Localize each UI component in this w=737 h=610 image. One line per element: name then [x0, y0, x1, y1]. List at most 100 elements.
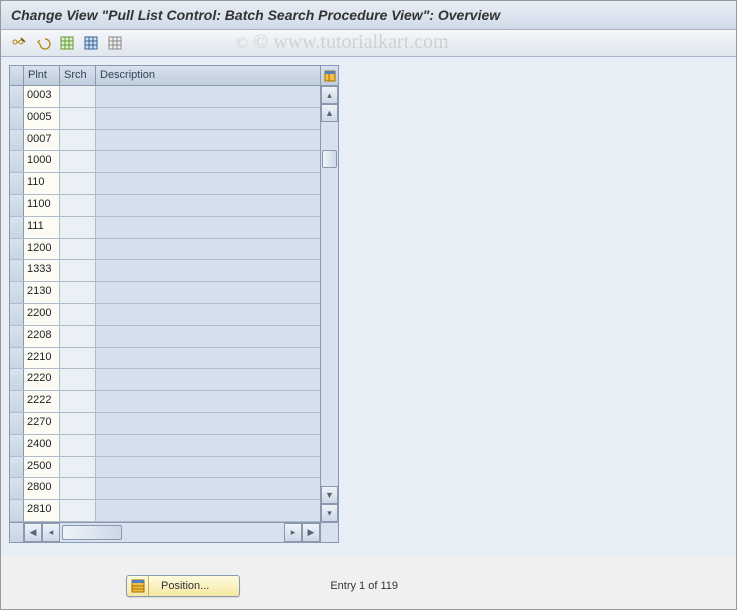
- table-row[interactable]: 2500: [10, 457, 320, 479]
- table-row[interactable]: 2270: [10, 413, 320, 435]
- column-header-plnt[interactable]: Plnt: [24, 66, 60, 85]
- cell-srch[interactable]: [60, 86, 96, 107]
- row-selector[interactable]: [10, 151, 24, 172]
- row-selector[interactable]: [10, 413, 24, 434]
- cell-plnt[interactable]: 111: [24, 217, 60, 238]
- cell-description[interactable]: [96, 217, 320, 238]
- row-selector[interactable]: [10, 239, 24, 260]
- cell-srch[interactable]: [60, 326, 96, 347]
- cell-description[interactable]: [96, 239, 320, 260]
- horizontal-scrollbar[interactable]: ◀ ◂ ▸ ▶: [24, 523, 320, 542]
- row-selector[interactable]: [10, 478, 24, 499]
- scroll-page-right-button[interactable]: ▸: [284, 523, 302, 542]
- cell-srch[interactable]: [60, 130, 96, 151]
- cell-plnt[interactable]: 0007: [24, 130, 60, 151]
- cell-description[interactable]: [96, 130, 320, 151]
- row-selector[interactable]: [10, 86, 24, 107]
- select-all-button[interactable]: [57, 34, 77, 52]
- table-row[interactable]: 2220: [10, 369, 320, 391]
- cell-description[interactable]: [96, 391, 320, 412]
- table-row[interactable]: 2222: [10, 391, 320, 413]
- cell-srch[interactable]: [60, 500, 96, 521]
- cell-srch[interactable]: [60, 195, 96, 216]
- scroll-thumb-horizontal[interactable]: [62, 525, 122, 540]
- table-row[interactable]: 0005: [10, 108, 320, 130]
- cell-srch[interactable]: [60, 239, 96, 260]
- cell-plnt[interactable]: 2222: [24, 391, 60, 412]
- cell-srch[interactable]: [60, 435, 96, 456]
- cell-description[interactable]: [96, 435, 320, 456]
- row-selector[interactable]: [10, 260, 24, 281]
- scroll-thumb-vertical[interactable]: [322, 150, 337, 168]
- cell-description[interactable]: [96, 282, 320, 303]
- table-settings-button[interactable]: [320, 66, 338, 85]
- cell-srch[interactable]: [60, 413, 96, 434]
- row-selector[interactable]: [10, 348, 24, 369]
- change-toggle-button[interactable]: [9, 34, 29, 52]
- row-selector-header[interactable]: [10, 66, 24, 85]
- scroll-right-button[interactable]: ▶: [302, 523, 320, 542]
- table-row[interactable]: 110: [10, 173, 320, 195]
- select-block-button[interactable]: [81, 34, 101, 52]
- cell-srch[interactable]: [60, 173, 96, 194]
- cell-srch[interactable]: [60, 457, 96, 478]
- cell-plnt[interactable]: 2500: [24, 457, 60, 478]
- row-selector[interactable]: [10, 217, 24, 238]
- cell-description[interactable]: [96, 369, 320, 390]
- table-row[interactable]: 2810: [10, 500, 320, 522]
- column-header-srch[interactable]: Srch: [60, 66, 96, 85]
- cell-description[interactable]: [96, 304, 320, 325]
- table-row[interactable]: 1200: [10, 239, 320, 261]
- scroll-track-vertical[interactable]: [321, 122, 338, 486]
- table-row[interactable]: 2200: [10, 304, 320, 326]
- cell-plnt[interactable]: 0003: [24, 86, 60, 107]
- cell-description[interactable]: [96, 86, 320, 107]
- cell-description[interactable]: [96, 151, 320, 172]
- cell-srch[interactable]: [60, 348, 96, 369]
- cell-srch[interactable]: [60, 108, 96, 129]
- table-row[interactable]: 1333: [10, 260, 320, 282]
- cell-description[interactable]: [96, 413, 320, 434]
- scroll-page-up-button[interactable]: ▴: [321, 86, 338, 104]
- table-row[interactable]: 2800: [10, 478, 320, 500]
- cell-plnt[interactable]: 2220: [24, 369, 60, 390]
- cell-description[interactable]: [96, 348, 320, 369]
- cell-plnt[interactable]: 1333: [24, 260, 60, 281]
- cell-srch[interactable]: [60, 478, 96, 499]
- row-selector[interactable]: [10, 391, 24, 412]
- table-row[interactable]: 2400: [10, 435, 320, 457]
- table-row[interactable]: 2130: [10, 282, 320, 304]
- table-row[interactable]: 111: [10, 217, 320, 239]
- cell-srch[interactable]: [60, 282, 96, 303]
- cell-plnt[interactable]: 2810: [24, 500, 60, 521]
- row-selector[interactable]: [10, 173, 24, 194]
- cell-description[interactable]: [96, 108, 320, 129]
- row-selector[interactable]: [10, 108, 24, 129]
- table-row[interactable]: 0003: [10, 86, 320, 108]
- scroll-track-horizontal[interactable]: [60, 523, 284, 542]
- cell-description[interactable]: [96, 457, 320, 478]
- row-selector[interactable]: [10, 304, 24, 325]
- cell-srch[interactable]: [60, 217, 96, 238]
- cell-plnt[interactable]: 2200: [24, 304, 60, 325]
- cell-description[interactable]: [96, 173, 320, 194]
- row-selector[interactable]: [10, 500, 24, 521]
- table-row[interactable]: 2210: [10, 348, 320, 370]
- column-header-description[interactable]: Description: [96, 66, 320, 85]
- cell-srch[interactable]: [60, 304, 96, 325]
- cell-srch[interactable]: [60, 260, 96, 281]
- cell-description[interactable]: [96, 195, 320, 216]
- cell-description[interactable]: [96, 500, 320, 521]
- row-selector[interactable]: [10, 369, 24, 390]
- cell-plnt[interactable]: 2208: [24, 326, 60, 347]
- cell-description[interactable]: [96, 478, 320, 499]
- table-row[interactable]: 0007: [10, 130, 320, 152]
- cell-description[interactable]: [96, 260, 320, 281]
- row-selector[interactable]: [10, 195, 24, 216]
- row-selector[interactable]: [10, 457, 24, 478]
- cell-plnt[interactable]: 1000: [24, 151, 60, 172]
- scroll-down-button[interactable]: ▼: [321, 486, 338, 504]
- table-row[interactable]: 1000: [10, 151, 320, 173]
- cell-srch[interactable]: [60, 391, 96, 412]
- cell-plnt[interactable]: 0005: [24, 108, 60, 129]
